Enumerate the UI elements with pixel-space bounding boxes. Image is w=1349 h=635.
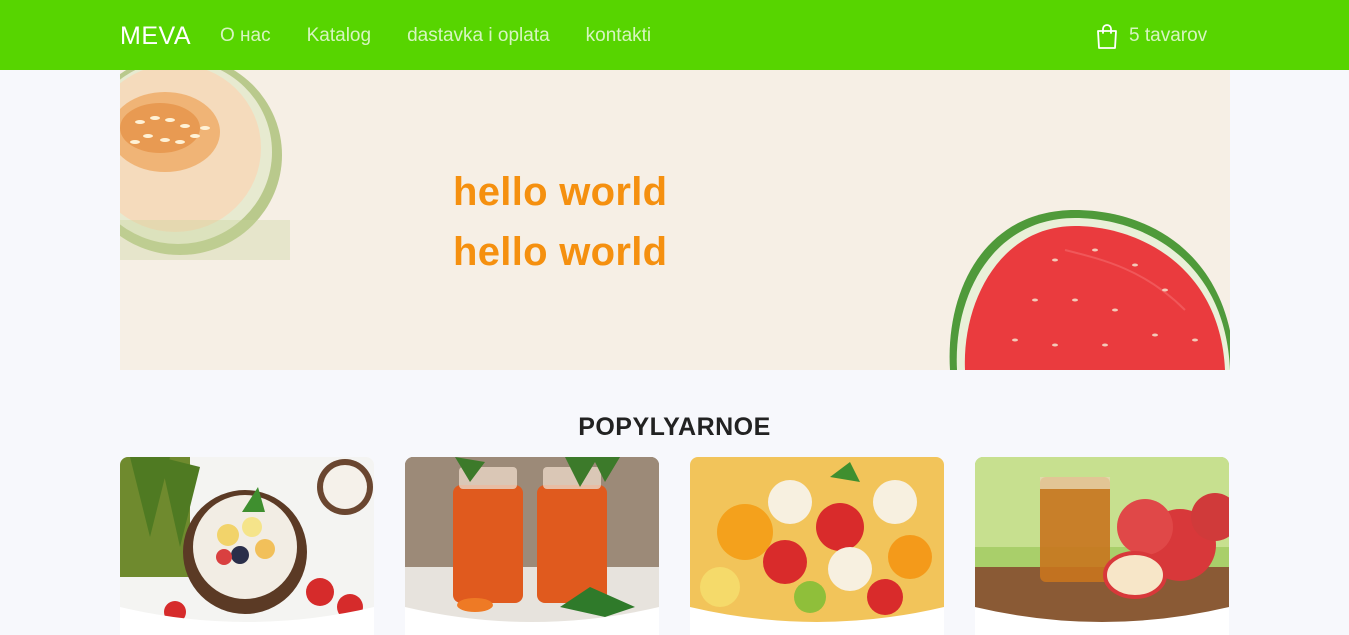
watermelon-image	[949, 210, 1230, 370]
product-card[interactable]	[405, 457, 659, 635]
melon-image	[120, 70, 290, 260]
top-navbar: MEVA О нас Katalog dastavka i oplata kon…	[0, 0, 1349, 70]
brand-logo[interactable]: MEVA	[120, 22, 191, 51]
nav-link-delivery-payment[interactable]: dastavka i oplata	[407, 25, 550, 47]
popular-section-title: POPYLYARNOE	[578, 412, 771, 441]
nav-link-about[interactable]: О нас	[220, 25, 271, 47]
main-nav: О нас Katalog dastavka i oplata kontakti	[220, 25, 651, 47]
shopping-bag-icon	[1097, 24, 1117, 49]
cart-count-label: 5 tavarov	[1129, 25, 1208, 46]
nav-link-contacts[interactable]: kontakti	[586, 25, 651, 47]
fruit-salad-bowl-image	[690, 457, 944, 635]
hero-banner: hello world hello world	[120, 70, 1230, 370]
product-card[interactable]	[975, 457, 1229, 635]
cart-button[interactable]: 5 tavarov	[1095, 23, 1207, 49]
hero-headline-2: hello world	[453, 230, 668, 274]
nav-link-catalog[interactable]: Katalog	[307, 25, 371, 47]
fruit-salad-in-coconut-image	[120, 457, 374, 635]
hero-headline-1: hello world	[453, 170, 668, 214]
product-card[interactable]	[690, 457, 944, 635]
carrot-juice-bottles-image	[405, 457, 659, 635]
apple-juice-with-apples-image	[975, 457, 1229, 635]
product-card[interactable]	[120, 457, 374, 635]
